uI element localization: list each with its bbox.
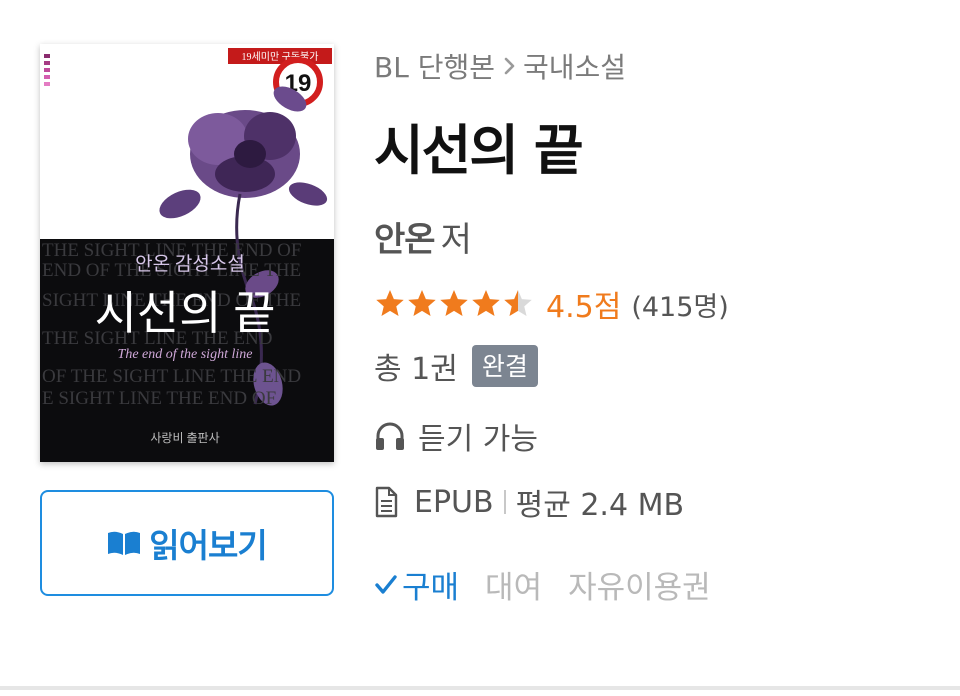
volume-count: 총 1권 bbox=[374, 352, 458, 387]
tab-rent[interactable]: 대여 bbox=[485, 562, 542, 607]
volume-row: 총 1권 완결 bbox=[374, 344, 538, 388]
breadcrumb-subcategory[interactable]: 국내소설 bbox=[523, 46, 626, 86]
completed-badge: 완결 bbox=[471, 345, 538, 387]
cover-english-title: The end of the sight line bbox=[118, 347, 253, 362]
tab-free-pass[interactable]: 자유이용권 bbox=[568, 562, 711, 607]
author-name[interactable]: 안온 bbox=[374, 220, 436, 260]
read-preview-button[interactable]: 읽어보기 bbox=[40, 490, 334, 596]
author-row: 안온 저 bbox=[374, 212, 472, 261]
star-icon bbox=[504, 290, 532, 316]
chevron-right-icon bbox=[503, 55, 517, 77]
breadcrumb: BL 단행본 국내소설 bbox=[374, 46, 626, 86]
tab-free-pass-label: 자유이용권 bbox=[568, 570, 711, 606]
svg-text:E SIGHT LINE THE END OF: E SIGHT LINE THE END OF bbox=[42, 388, 276, 409]
book-title: 시선의 끝 bbox=[374, 119, 584, 182]
tab-rent-label: 대여 bbox=[485, 570, 543, 606]
read-preview-label: 읽어보기 bbox=[149, 526, 267, 565]
purchase-tabs: 구매 대여 자유이용권 bbox=[374, 562, 737, 607]
listen-row: 듣기 가능 bbox=[374, 414, 538, 458]
section-divider bbox=[0, 686, 960, 690]
cover-title: 시선의 끝 bbox=[95, 288, 276, 339]
author-suffix: 저 bbox=[440, 220, 472, 260]
rating-count: (415명) bbox=[631, 291, 729, 323]
checkmark-icon bbox=[374, 573, 398, 597]
star-icon bbox=[408, 290, 436, 316]
svg-text:OF THE SIGHT LINE THE END: OF THE SIGHT LINE THE END bbox=[42, 366, 301, 387]
star-rating bbox=[374, 288, 534, 320]
open-book-icon bbox=[107, 530, 141, 556]
rating-row: 4.5점 (415명) bbox=[374, 282, 729, 326]
rating-score: 4.5점 bbox=[546, 290, 622, 325]
star-icon bbox=[440, 290, 468, 316]
book-cover-art: 19세미만 구독불가 19 THE SIGHT LINE THE END OF … bbox=[40, 44, 334, 462]
format-size: 평균 2.4 MB bbox=[515, 488, 685, 523]
cover-subtitle: 안온 감성소설 bbox=[135, 253, 245, 275]
headphones-icon bbox=[374, 421, 406, 451]
book-cover[interactable]: 19세미만 구독불가 19 THE SIGHT LINE THE END OF … bbox=[40, 44, 334, 462]
format-row: EPUB 평균 2.4 MB bbox=[374, 480, 684, 524]
format-type: EPUB bbox=[414, 484, 494, 520]
tab-buy[interactable]: 구매 bbox=[374, 562, 459, 607]
breadcrumb-category[interactable]: BL 단행본 bbox=[374, 46, 495, 86]
document-icon bbox=[374, 486, 398, 518]
format-divider bbox=[503, 490, 506, 514]
cover-publisher: 사랑비 출판사 bbox=[150, 431, 219, 445]
listen-available-label: 듣기 가능 bbox=[418, 422, 538, 457]
star-icon bbox=[472, 290, 500, 316]
star-icon bbox=[376, 290, 404, 316]
tab-buy-label: 구매 bbox=[402, 570, 460, 606]
